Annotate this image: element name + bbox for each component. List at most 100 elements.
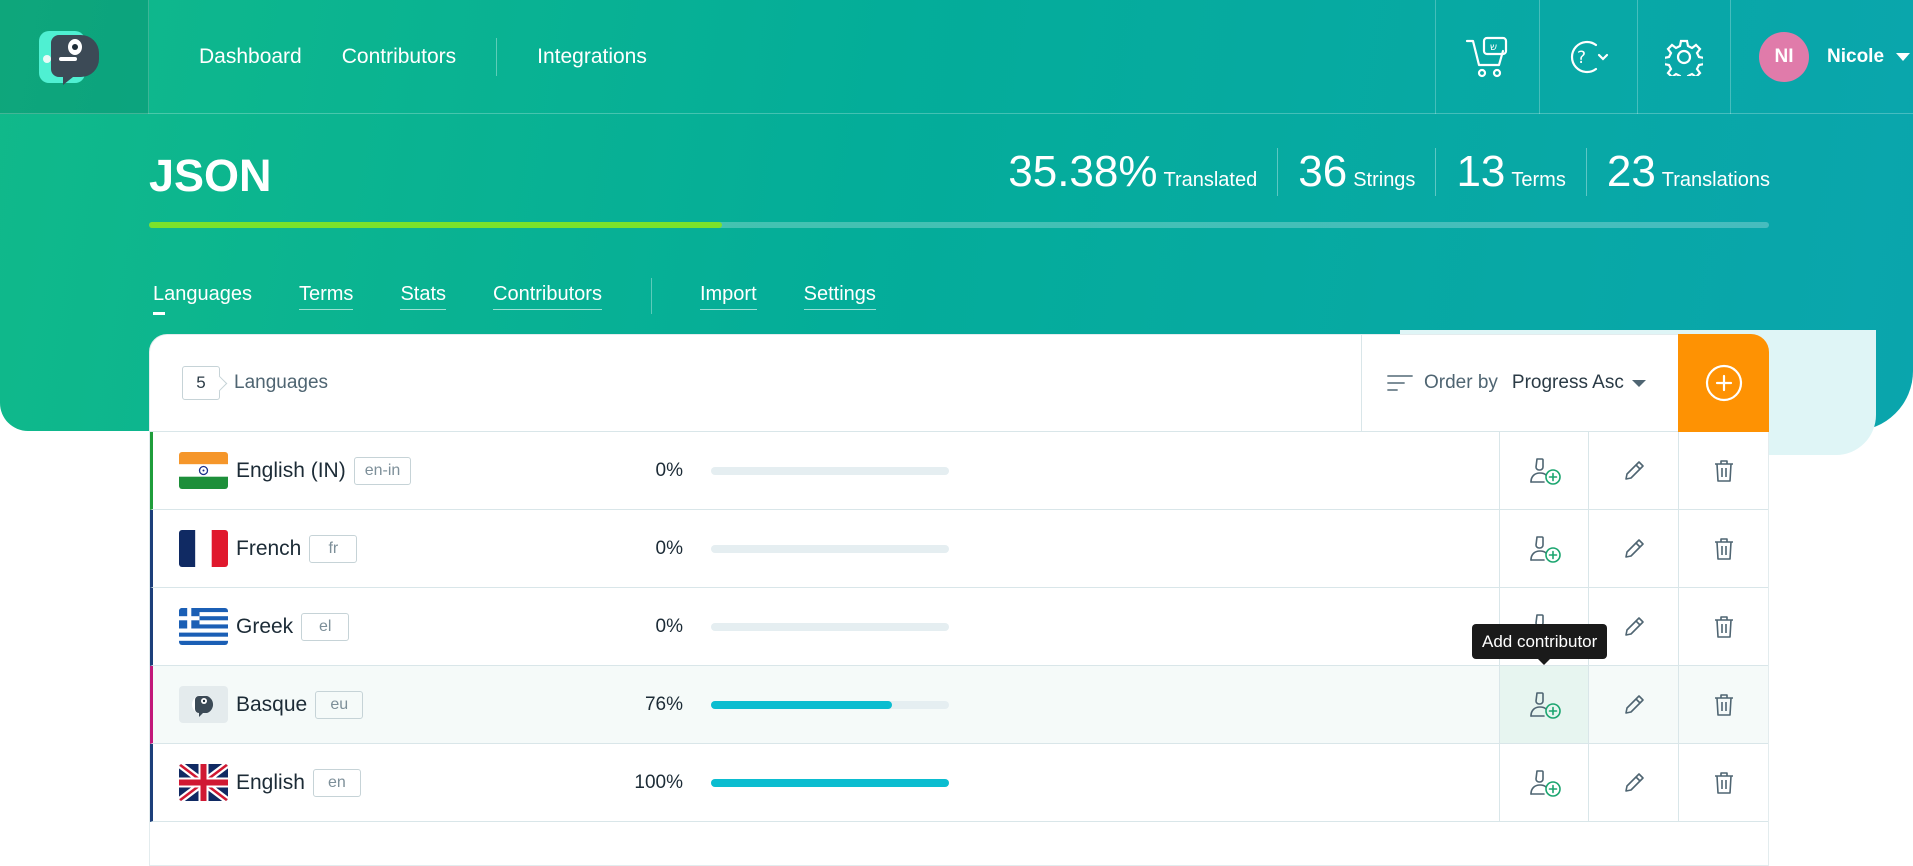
edit-language-button[interactable] [1588, 744, 1678, 821]
order-by-value: Progress Asc [1511, 372, 1624, 393]
tab-import[interactable]: Import [699, 283, 757, 310]
edit-language-button[interactable] [1588, 432, 1678, 509]
sort-icon [1387, 375, 1413, 391]
project-tabs: Languages Terms Stats Contributors Impor… [153, 278, 923, 315]
pencil-icon [1624, 616, 1644, 636]
chevron-down-icon [1631, 379, 1646, 387]
language-row[interactable]: French fr 0% [150, 510, 1768, 588]
add-contributor-button[interactable] [1499, 744, 1589, 821]
add-contributor-icon [1529, 535, 1561, 563]
tooltip: Add contributor [1472, 624, 1608, 665]
trash-icon [1714, 771, 1733, 794]
help-button[interactable]: ? [1539, 0, 1637, 114]
stat-terms: 13 Terms [1435, 148, 1585, 196]
cart-icon: ש [1465, 36, 1507, 78]
pencil-icon [1624, 538, 1644, 558]
edit-language-button[interactable] [1588, 510, 1678, 587]
order-by-dropdown[interactable]: Order by Progress Asc [1361, 335, 1678, 431]
stat-label: Terms [1511, 169, 1566, 191]
language-code-badge: eu [315, 690, 364, 719]
add-contributor-button[interactable] [1499, 510, 1589, 587]
project-progress-bar [149, 222, 1769, 228]
order-by-label: Order by [1424, 372, 1498, 393]
language-name: English (IN) [236, 458, 346, 482]
language-progress-bar [711, 622, 949, 631]
language-code-badge: en-in [353, 456, 412, 485]
delete-language-button[interactable] [1678, 666, 1768, 743]
trash-icon [1714, 537, 1733, 560]
pencil-icon [1624, 772, 1644, 792]
page-title: JSON [149, 150, 272, 201]
language-name: Basque [236, 692, 308, 716]
languages-panel: 5 Languages Order by Progress Asc Englis… [149, 334, 1769, 866]
delete-language-button[interactable] [1678, 432, 1768, 509]
stat-label: Translated [1163, 169, 1258, 191]
stat-value: 36 [1298, 147, 1348, 196]
trash-icon [1714, 693, 1733, 716]
stat-translated: 35.38% Translated [1008, 148, 1277, 196]
edit-language-button[interactable] [1588, 666, 1678, 743]
language-name: Greek [236, 614, 294, 638]
language-progress-percent: 0% [655, 615, 683, 637]
add-contributor-button[interactable] [1499, 432, 1589, 509]
language-code-badge: el [301, 612, 350, 641]
language-name: French [236, 536, 302, 560]
india-flag [179, 452, 228, 489]
language-progress-percent: 76% [644, 693, 683, 715]
tab-terms[interactable]: Terms [298, 283, 354, 310]
project-progress-fill [149, 222, 723, 228]
language-row[interactable]: English (IN) en-in 0% [150, 432, 1768, 510]
svg-text:?: ? [1577, 48, 1586, 68]
avatar: NI [1759, 32, 1809, 82]
nav-integrations[interactable]: Integrations [537, 45, 647, 69]
stat-label: Translations [1661, 169, 1770, 191]
nav-contributors[interactable]: Contributors [342, 45, 456, 69]
help-icon: ? [1570, 40, 1608, 74]
language-name: English [236, 770, 305, 794]
user-name: Nicole [1827, 46, 1885, 67]
delete-language-button[interactable] [1678, 588, 1768, 665]
cart-button[interactable]: ש [1435, 0, 1539, 114]
app-logo[interactable] [0, 0, 149, 114]
stat-strings: 36 Strings [1277, 148, 1435, 196]
stat-value: 35.38% [1008, 147, 1158, 196]
tab-settings[interactable]: Settings [803, 283, 876, 310]
languages-count-label: Languages [234, 372, 329, 393]
gear-icon [1665, 39, 1703, 76]
delete-language-button[interactable] [1678, 510, 1768, 587]
stat-value: 23 [1606, 147, 1656, 196]
tab-languages[interactable]: Languages [153, 283, 252, 315]
nav-dashboard[interactable]: Dashboard [199, 45, 302, 69]
add-contributor-button[interactable] [1499, 666, 1589, 743]
settings-button[interactable] [1637, 0, 1730, 114]
tab-contributors[interactable]: Contributors [493, 283, 602, 310]
add-language-button[interactable] [1678, 334, 1769, 432]
language-progress-bar [711, 778, 949, 787]
stat-translations: 23 Translations [1585, 147, 1770, 196]
language-progress-percent: 0% [655, 537, 683, 559]
greece-flag [179, 608, 228, 645]
language-progress-bar [711, 544, 949, 553]
plus-circle-icon [1705, 364, 1742, 402]
uk-flag [179, 764, 228, 801]
delete-language-button[interactable] [1678, 744, 1768, 821]
languages-count-badge: 5 [182, 366, 220, 400]
language-row[interactable]: Basque eu 76% [150, 666, 1768, 744]
language-row[interactable]: English en 100% [150, 744, 1768, 822]
tab-stats[interactable]: Stats [400, 283, 447, 310]
pencil-icon [1624, 694, 1644, 714]
languages-panel-header: 5 Languages Order by Progress Asc [150, 334, 1769, 432]
tabs-divider [650, 278, 652, 314]
stat-label: Strings [1353, 169, 1416, 191]
trash-icon [1714, 459, 1733, 482]
trash-icon [1714, 615, 1733, 638]
add-contributor-icon [1529, 691, 1561, 719]
language-progress-fill [711, 700, 892, 709]
poeditor-logo-flag [179, 686, 228, 723]
user-menu[interactable]: NI Nicole [1730, 0, 1913, 114]
language-progress-percent: 0% [655, 459, 683, 481]
project-stats: 35.38% Translated 36 Strings 13 Terms 23… [1008, 148, 1770, 196]
language-progress-fill [711, 778, 949, 787]
language-progress-percent: 100% [634, 771, 683, 793]
add-contributor-icon [1529, 457, 1561, 485]
